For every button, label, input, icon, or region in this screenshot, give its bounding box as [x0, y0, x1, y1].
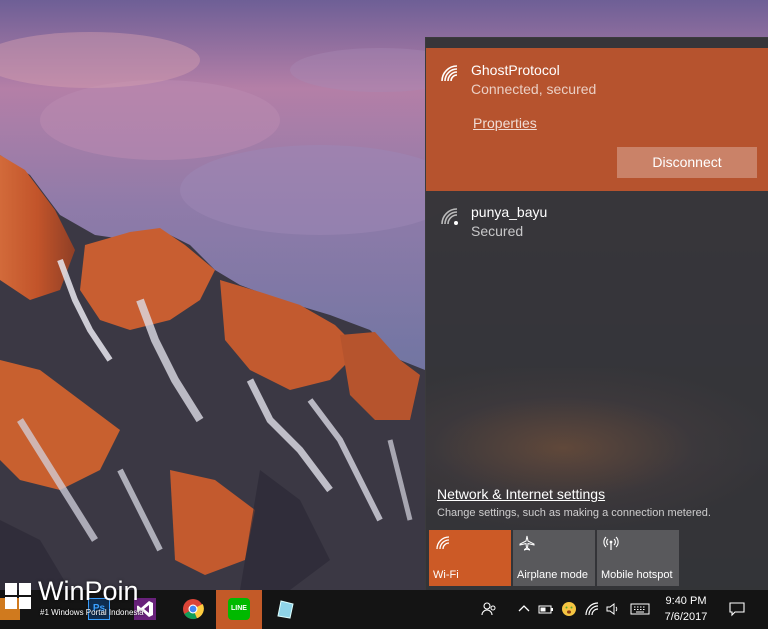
active-network[interactable]: GhostProtocol Connected, secured Propert…	[426, 48, 768, 191]
keyboard-icon[interactable]	[630, 601, 650, 617]
quick-action-mobile-hotspot[interactable]: Mobile hotspot	[597, 530, 679, 586]
wifi-icon	[435, 535, 451, 551]
network-settings-description: Change settings, such as making a connec…	[437, 507, 711, 519]
properties-link[interactable]: Properties	[473, 115, 537, 131]
taskbar-app-chrome[interactable]	[170, 590, 216, 629]
quick-action-label: Mobile hotspot	[601, 569, 673, 581]
flyout-background-blur	[426, 368, 768, 528]
people-icon[interactable]	[481, 601, 497, 617]
wifi-icon[interactable]	[584, 601, 600, 617]
taskbar-app-notes[interactable]	[262, 590, 308, 629]
volume-icon[interactable]	[605, 601, 621, 617]
watermark-tagline: #1 Windows Portal Indonesia	[40, 608, 144, 617]
taskbar-clock[interactable]: 9:40 PM 7/6/2017	[658, 593, 714, 625]
wifi-secured-icon	[440, 207, 460, 227]
watermark-brand: WinPoin	[38, 576, 139, 606]
quick-action-label: Wi-Fi	[433, 569, 459, 581]
network-list-item[interactable]: punya_bayu Secured	[426, 195, 768, 245]
clock-date: 7/6/2017	[664, 611, 708, 623]
emoji-icon[interactable]	[561, 601, 577, 617]
network-settings-link[interactable]: Network & Internet settings	[437, 486, 605, 502]
quick-action-label: Airplane mode	[517, 569, 588, 581]
network-flyout: GhostProtocol Connected, secured Propert…	[425, 37, 768, 590]
winpoin-watermark: WinPoin #1 Windows Portal Indonesia	[0, 576, 160, 624]
chevron-up-icon[interactable]	[516, 601, 532, 617]
quick-action-airplane-mode[interactable]: Airplane mode	[513, 530, 595, 586]
chrome-icon	[182, 598, 204, 620]
action-center-icon[interactable]	[729, 601, 745, 617]
quick-action-wifi[interactable]: Wi-Fi	[429, 530, 511, 586]
active-network-status: Connected, secured	[471, 81, 597, 97]
battery-icon[interactable]	[538, 601, 554, 617]
windows-logo-icon	[4, 582, 32, 610]
active-network-name: GhostProtocol	[471, 62, 560, 78]
line-icon: LINE	[228, 598, 250, 620]
taskbar-app-line[interactable]: LINE	[216, 590, 262, 629]
notes-icon	[274, 598, 296, 620]
network-status: Secured	[471, 223, 524, 239]
network-name: punya_bayu	[471, 204, 548, 220]
wifi-icon	[440, 64, 460, 84]
clock-time: 9:40 PM	[665, 595, 707, 607]
hotspot-icon	[603, 535, 619, 551]
airplane-icon	[519, 535, 535, 551]
disconnect-button[interactable]: Disconnect	[617, 147, 757, 178]
